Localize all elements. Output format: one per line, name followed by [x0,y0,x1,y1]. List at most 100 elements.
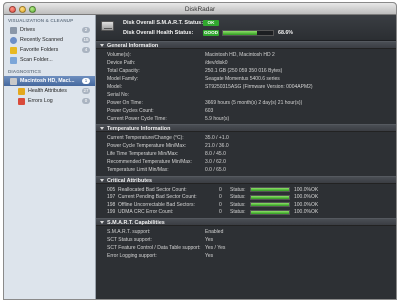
attribute-value: 0 [219,209,222,215]
info-row: Device Path: /dev/disk0 [96,59,396,66]
attribute-progress-fill [251,203,289,206]
info-key: Model Family: [107,75,139,82]
attribute-status-label: Status: [230,209,246,215]
sidebar-section-diagnostics: DIAGNOSTICS [8,69,42,74]
section-title: Critical Attributes [107,177,153,184]
warning-icon [18,87,25,95]
info-value: 603 [205,107,214,114]
health-status-label: Disk Overall Health Status: [123,30,194,36]
info-row: SCT Feature Control / Data Table support… [96,244,396,251]
attribute-percent: 100.0% [294,209,311,215]
attribute-ok: OK [311,209,319,215]
sidebar-item-drives[interactable]: Drives 2 [4,25,95,35]
info-key: Current Temperature/Change (°C): [107,134,184,141]
count-badge: 0 [82,98,90,104]
attribute-ok: OK [311,186,319,193]
section-title: Temperature Information [107,125,171,132]
info-value: 8.0 / 45.0 [205,150,226,157]
attribute-row: 005 Reallocated Bad Sector Count: 0 Status:… [96,186,396,193]
attribute-id: 197 [107,194,116,200]
attribute-progress-fill [251,210,289,214]
attribute-status-label: Status: [230,186,246,193]
attribute-value: 0 [219,186,222,193]
attribute-progress-fill [251,195,289,199]
info-row: Power Cycle Temperature Min/Max: 21.0 / 3… [96,142,396,149]
info-row: Error Logging support: Yes [96,252,396,259]
sidebar-item-label: Health Attributes [28,88,67,94]
info-key: Device Path: [107,59,136,66]
health-percent: 68.6% [278,30,294,36]
clock-icon [10,36,17,44]
window-title: DiskRadar [184,5,216,13]
attribute-id: 199 [107,209,116,215]
info-value: Seagate Momentus 5400.6 series [205,75,280,82]
info-value: 3669 hours (5 month(s) 2 day(s) 21 hour(… [205,99,303,106]
info-row: Total Capacity: 250.1 GB (250 059 350 016… [96,67,396,74]
info-value: 0.0 / 65.0 [205,166,226,173]
disclosure-triangle-icon[interactable] [100,220,104,224]
hard-disk-icon [101,21,114,31]
attribute-status-label: Status: [230,201,246,208]
section-critical-attributes[interactable]: Critical Attributes [96,176,396,184]
info-value: /dev/disk0 [205,59,228,66]
sidebar-section-visualization: VISUALIZATION & CLEANUP [8,18,74,23]
attribute-name: UDMA CRC Error Count: [118,209,174,215]
sidebar-item-label: Favorite Folders [20,47,59,53]
info-value: Macintosh HD, Macintosh HD 2 [205,51,275,58]
info-value: 21.0 / 36.0 [205,142,229,149]
sidebar-item-errors-log[interactable]: Errors Log 0 [4,96,95,106]
sidebar-item-recently-scanned[interactable]: Recently Scanned 15 [4,35,95,45]
attribute-id: 198 [107,201,116,208]
info-key: Serial No: [107,91,129,98]
section-smart-capabilities[interactable]: S.M.A.R.T. Capabilities [96,218,396,226]
sidebar-item-favorite-folders[interactable]: Favorite Folders 4 [4,45,95,55]
disclosure-triangle-icon[interactable] [100,126,104,130]
info-row: Power Cycles Count: 603 [96,107,396,114]
info-row: Serial No: [96,91,396,98]
sidebar-item-label: Recently Scanned [20,37,63,43]
folder-icon [10,56,17,64]
smart-status-badge: OK [203,20,219,26]
smart-status-label: Disk Overall S.M.A.R.T. Status: [123,20,204,26]
sidebar-item-label: Macintosh HD, Maci... [20,78,75,84]
attribute-ok: OK [311,194,319,200]
health-status-badge: GOOD [203,30,219,36]
info-row: S.M.A.R.T. support: Enabled [96,228,396,235]
attribute-progress-bar [250,209,290,215]
section-temperature-information[interactable]: Temperature Information [96,124,396,132]
info-row: Current Power Cycle Time: 5.9 hour(s) [96,115,396,122]
attribute-percent: 100.0% [294,186,311,193]
info-value: ST9250315ASG (Firmware Version: 0004APM2… [205,83,313,90]
info-key: Power Cycle Temperature Min/Max: [107,142,187,149]
info-key: Temperature Limit Min/Max: [107,166,169,173]
info-row: Model: ST9250315ASG (Firmware Version: 00… [96,83,396,90]
error-icon [18,97,25,105]
info-value: Yes / Yes [205,244,226,251]
sidebar-item-macintosh-hd[interactable]: Macintosh HD, Maci... 1 [4,76,95,86]
count-badge: 15 [81,37,90,43]
main-panel: Disk Overall S.M.A.R.T. Status: OK Disk … [96,15,396,299]
count-badge: 1 [82,78,90,84]
disclosure-triangle-icon[interactable] [100,43,104,47]
attribute-name: Current Pending Bad Sector Count: [118,194,197,200]
section-general-information[interactable]: General Information [96,41,396,49]
section-title: General Information [107,42,159,49]
attribute-progress-bar [250,202,290,207]
info-key: Life Time Temperature Min/Max: [107,150,179,157]
info-row: SCT Status support: Yes [96,236,396,243]
sidebar-item-scan-folder[interactable]: Scan Folder... [4,55,95,65]
info-key: Volume(s): [107,51,131,58]
overall-status-panel: Disk Overall S.M.A.R.T. Status: OK Disk … [96,15,396,41]
count-badge: 27 [81,88,90,94]
info-key: Current Power Cycle Time: [107,115,167,122]
attribute-percent: 100.0% [294,194,311,200]
drive-icon [10,26,17,34]
disclosure-triangle-icon[interactable] [100,178,104,182]
info-key: SCT Status support: [107,236,152,243]
attribute-progress-bar [250,187,290,192]
info-key: Total Capacity: [107,67,140,74]
info-row: Power On Time: 3669 hours (5 month(s) 2 d… [96,99,396,106]
info-row: Volume(s): Macintosh HD, Macintosh HD 2 [96,51,396,58]
info-value: 250.1 GB (250 059 350 016 Bytes) [205,67,283,74]
sidebar-item-health-attributes[interactable]: Health Attributes 27 [4,86,95,96]
